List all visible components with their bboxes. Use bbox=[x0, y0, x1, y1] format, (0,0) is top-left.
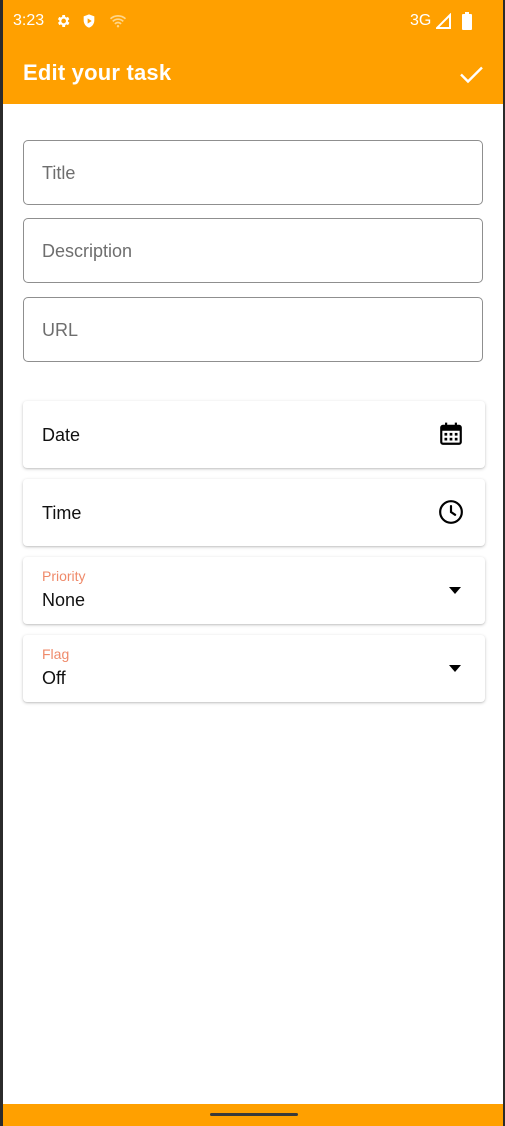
status-time: 3:23 bbox=[13, 12, 45, 29]
status-bar: 3:23 3G bbox=[3, 0, 503, 44]
description-field[interactable]: Description bbox=[23, 218, 483, 283]
date-picker[interactable]: Date bbox=[23, 401, 485, 468]
priority-value: None bbox=[42, 590, 86, 610]
clock-icon bbox=[439, 500, 463, 524]
flag-dropdown[interactable]: Flag Off bbox=[23, 635, 485, 702]
title-field[interactable]: Title bbox=[23, 140, 483, 205]
url-field[interactable]: URL bbox=[23, 297, 483, 362]
time-picker[interactable]: Time bbox=[23, 479, 485, 546]
calendar-icon bbox=[440, 422, 462, 445]
time-label: Time bbox=[42, 503, 82, 523]
screen: 3:23 3G Edit your task Title Description… bbox=[3, 0, 503, 1126]
network-type: 3G bbox=[410, 12, 432, 29]
check-icon bbox=[460, 66, 483, 84]
url-placeholder: URL bbox=[42, 320, 79, 340]
page-title: Edit your task bbox=[23, 60, 172, 85]
dropdown-arrow-icon bbox=[449, 587, 461, 594]
wifi-icon bbox=[109, 14, 127, 33]
title-placeholder: Title bbox=[42, 163, 76, 183]
flag-caption: Flag bbox=[42, 646, 70, 662]
flag-value: Off bbox=[42, 668, 66, 688]
priority-caption: Priority bbox=[42, 568, 86, 584]
date-label: Date bbox=[42, 425, 81, 445]
gear-icon bbox=[55, 13, 71, 34]
battery-icon bbox=[462, 12, 472, 35]
app-bar: Edit your task bbox=[3, 44, 503, 104]
home-indicator[interactable] bbox=[210, 1113, 298, 1116]
signal-icon bbox=[434, 12, 452, 34]
shield-icon bbox=[81, 13, 97, 34]
navigation-bar bbox=[3, 1104, 503, 1126]
dropdown-arrow-icon bbox=[449, 665, 461, 672]
priority-dropdown[interactable]: Priority None bbox=[23, 557, 485, 624]
save-button[interactable] bbox=[455, 58, 487, 90]
description-placeholder: Description bbox=[42, 241, 133, 261]
